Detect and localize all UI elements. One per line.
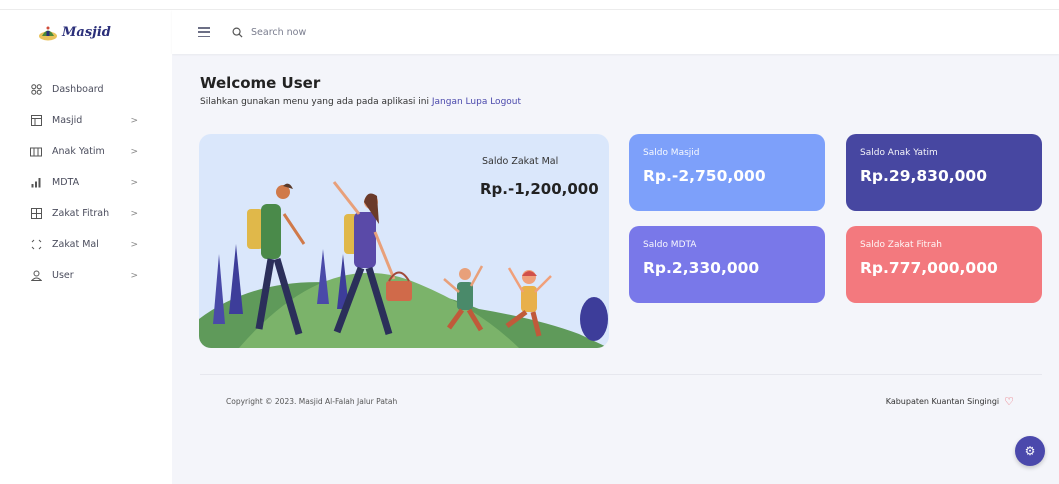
sidebar-item-zakat-fitrah[interactable]: Zakat Fitrah > (0, 198, 172, 229)
chevron-right-icon: > (130, 115, 138, 126)
mosque-logo-icon (38, 23, 58, 41)
table-icon (30, 208, 42, 220)
sidebar: Dashboard Masjid > Anak Yatim > MDTA > Z… (0, 54, 172, 484)
footer-location: Kabupaten Kuantan Singingi ♡ (886, 395, 1014, 408)
menu-toggle-icon[interactable] (198, 27, 210, 37)
saldo-mdta-card: Saldo MDTA Rp.2,330,000 (629, 226, 825, 303)
card-label: Saldo Masjid (643, 148, 700, 158)
saldo-zakat-mal-value: Rp.-1,200,000 (480, 180, 599, 198)
top-navbar (172, 10, 1059, 54)
sidebar-item-label: User (52, 270, 74, 281)
expand-icon (30, 239, 42, 251)
sidebar-item-masjid[interactable]: Masjid > (0, 105, 172, 136)
saldo-masjid-card: Saldo Masjid Rp.-2,750,000 (629, 134, 825, 211)
search-icon[interactable] (232, 23, 243, 42)
sidebar-item-label: Dashboard (52, 84, 104, 95)
sidebar-item-anak-yatim[interactable]: Anak Yatim > (0, 136, 172, 167)
card-value: Rp.-2,750,000 (643, 167, 766, 185)
sidebar-item-user[interactable]: User > (0, 260, 172, 291)
gear-icon: ⚙ (1024, 444, 1036, 458)
brand-logo[interactable]: Masjid (0, 10, 172, 54)
card-label: Saldo Anak Yatim (860, 148, 938, 158)
top-strip (0, 0, 1059, 10)
main-content: Welcome User Silahkan gunakan menu yang … (172, 54, 1059, 484)
settings-gear-button[interactable]: ⚙ (1015, 436, 1045, 466)
saldo-zakat-fitrah-card: Saldo Zakat Fitrah Rp.777,000,000 (846, 226, 1042, 303)
chevron-right-icon: > (130, 146, 138, 157)
welcome-subtitle-text: Silahkan gunakan menu yang ada pada apli… (200, 97, 430, 107)
saldo-zakat-mal-label: Saldo Zakat Mal (482, 156, 559, 167)
sidebar-item-zakat-mal[interactable]: Zakat Mal > (0, 229, 172, 260)
user-icon (30, 270, 42, 282)
heart-icon: ♡ (1004, 395, 1014, 408)
bar-chart-icon (30, 177, 42, 189)
copyright-text: Copyright © 2023. Masjid Al-Falah Jalur … (226, 397, 398, 406)
welcome-subtitle: Silahkan gunakan menu yang ada pada apli… (200, 97, 521, 107)
sidebar-item-label: Anak Yatim (52, 146, 105, 157)
sidebar-item-label: Zakat Fitrah (52, 208, 110, 219)
sidebar-item-dashboard[interactable]: Dashboard (0, 74, 172, 105)
card-value: Rp.777,000,000 (860, 259, 998, 277)
search-bar (232, 23, 411, 42)
saldo-anak-yatim-card: Saldo Anak Yatim Rp.29,830,000 (846, 134, 1042, 211)
chevron-right-icon: > (130, 270, 138, 281)
logout-link[interactable]: Jangan Lupa Logout (432, 97, 521, 107)
footer: Copyright © 2023. Masjid Al-Falah Jalur … (200, 374, 1042, 430)
card-value: Rp.2,330,000 (643, 259, 760, 277)
card-value: Rp.29,830,000 (860, 167, 987, 185)
sidebar-item-label: Masjid (52, 115, 83, 126)
search-input[interactable] (251, 26, 411, 38)
sidebar-item-label: Zakat Mal (52, 239, 99, 250)
chevron-right-icon: > (130, 177, 138, 188)
columns-icon (30, 146, 42, 158)
card-label: Saldo Zakat Fitrah (860, 240, 942, 250)
location-text: Kabupaten Kuantan Singingi (885, 397, 1000, 406)
page-title: Welcome User (200, 74, 321, 92)
sidebar-item-label: MDTA (52, 177, 80, 188)
card-label: Saldo MDTA (643, 240, 697, 250)
chevron-right-icon: > (130, 239, 138, 250)
grid-icon (30, 84, 42, 96)
brand-name: Masjid (62, 24, 111, 40)
zakat-mal-hero-card: Saldo Zakat Mal Rp.-1,200,000 (199, 134, 609, 348)
layout-icon (30, 115, 42, 127)
sidebar-item-mdta[interactable]: MDTA > (0, 167, 172, 198)
chevron-right-icon: > (130, 208, 138, 219)
